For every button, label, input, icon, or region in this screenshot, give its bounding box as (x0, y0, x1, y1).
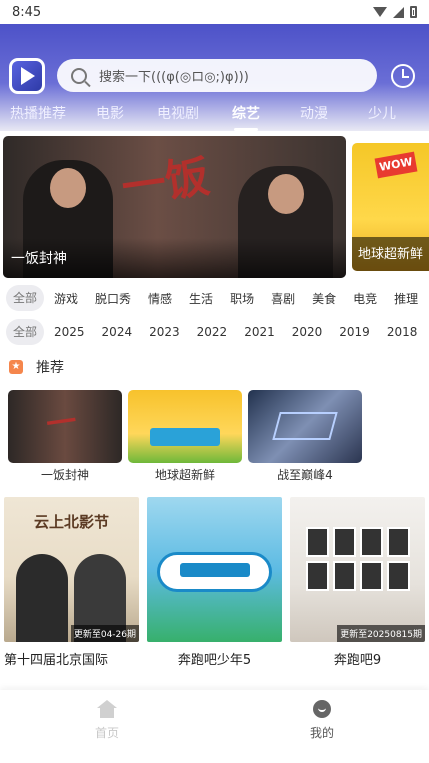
poster-title: 奔跑吧少年5 (177, 653, 252, 666)
play-logo-icon (12, 61, 42, 91)
tab-hot[interactable]: 热播推荐 (0, 101, 76, 131)
banner-next[interactable]: WOW 地球超新鲜 (352, 143, 429, 271)
year-filter[interactable]: 2021 (244, 325, 275, 339)
status-time: 8:45 (12, 4, 42, 20)
recommend-card-title: 一饭封神 (40, 468, 89, 482)
history-icon[interactable] (391, 64, 415, 88)
poster-artwork (150, 428, 220, 446)
update-badge: 更新至04-26期 (70, 625, 139, 642)
genre-filter-row: 全部 游戏 脱口秀 情感 生活 职场 喜剧 美食 电竞 推理 (6, 285, 429, 311)
poster-artwork (272, 412, 338, 440)
mine-icon (313, 700, 331, 718)
year-filter[interactable]: 2022 (197, 325, 228, 339)
recommend-card[interactable]: 一 (8, 390, 122, 463)
banner-main[interactable]: 一饭封神 (3, 136, 346, 278)
recommend-header: ★ 推荐 (9, 357, 64, 377)
recommend-card[interactable] (128, 390, 242, 463)
genre-all-chip[interactable]: 全部 (6, 285, 44, 311)
wow-tag: WOW (374, 151, 418, 179)
nav-home-label: 首页 (94, 726, 119, 740)
poster-title-art: 云上北影节 (33, 513, 109, 531)
tab-anime[interactable]: 动漫 (280, 101, 348, 131)
tab-variety[interactable]: 综艺 (212, 101, 280, 131)
genre-filter[interactable]: 推理 (394, 290, 418, 307)
poster-card[interactable] (147, 497, 282, 642)
genre-filter[interactable]: 生活 (189, 290, 213, 307)
poster-title: 奔跑吧9 (333, 653, 382, 666)
search-input[interactable]: 搜索一下(((φ(◎ロ◎;)φ))) (57, 59, 377, 92)
nav-home[interactable]: 首页 (77, 700, 137, 741)
status-icons (373, 6, 417, 18)
bottom-nav: 首页 我的 (0, 690, 429, 763)
poster-artwork (306, 527, 412, 591)
tab-kids[interactable]: 少儿 (348, 101, 416, 131)
genre-filter[interactable]: 脱口秀 (95, 290, 131, 307)
banner-caption: 一饭封神 (11, 251, 67, 267)
battery-icon (410, 6, 417, 18)
home-icon (97, 700, 117, 718)
poster-artwork (157, 552, 272, 592)
nav-mine-label: 我的 (309, 726, 334, 740)
update-badge: 更新至20250815期 (337, 625, 425, 642)
status-bar: 8:45 (0, 0, 429, 24)
genre-filter[interactable]: 情感 (148, 290, 172, 307)
year-filter[interactable]: 2023 (149, 325, 180, 339)
signal-icon (393, 6, 404, 18)
genre-filter[interactable]: 喜剧 (271, 290, 295, 307)
year-filter[interactable]: 2018 (387, 325, 418, 339)
year-filter[interactable]: 2020 (292, 325, 323, 339)
wifi-icon (373, 7, 387, 17)
recommend-title: 推荐 (36, 360, 64, 376)
tab-tv[interactable]: 电视剧 (144, 101, 212, 131)
genre-filter[interactable]: 美食 (312, 290, 336, 307)
app-logo (9, 58, 45, 94)
year-all-chip[interactable]: 全部 (6, 319, 44, 345)
category-tabs: 热播推荐 电影 电视剧 综艺 动漫 少儿 (0, 101, 429, 131)
recommend-card[interactable] (248, 390, 362, 463)
year-filter[interactable]: 2025 (54, 325, 85, 339)
banner-caption: 地球超新鲜 (358, 247, 424, 262)
recommend-card-title: 地球超新鲜 (154, 468, 215, 482)
poster-artwork: 一 (44, 404, 79, 443)
year-filter[interactable]: 2019 (339, 325, 370, 339)
recommend-card-title: 战至巅峰4 (277, 468, 333, 482)
search-placeholder: 搜索一下(((φ(◎ロ◎;)φ))) (99, 70, 249, 85)
star-icon: ★ (9, 360, 23, 374)
app-header: 搜索一下(((φ(◎ロ◎;)φ))) 热播推荐 电影 电视剧 综艺 动漫 少儿 (0, 24, 429, 131)
poster-card[interactable]: 云上北影节 更新至04-26期 (4, 497, 139, 642)
genre-filter[interactable]: 电竞 (353, 290, 377, 307)
genre-filter[interactable]: 游戏 (54, 290, 78, 307)
genre-filter[interactable]: 职场 (230, 290, 254, 307)
year-filter-row: 全部 2025 2024 2023 2022 2021 2020 2019 20… (6, 319, 429, 345)
search-icon (71, 67, 87, 84)
poster-card[interactable]: 更新至20250815期 (290, 497, 425, 642)
year-filter[interactable]: 2024 (102, 325, 133, 339)
nav-mine[interactable]: 我的 (292, 700, 352, 741)
tab-movie[interactable]: 电影 (76, 101, 144, 131)
poster-title: 第十四届北京国际 (4, 653, 109, 666)
poster-person (16, 554, 68, 642)
